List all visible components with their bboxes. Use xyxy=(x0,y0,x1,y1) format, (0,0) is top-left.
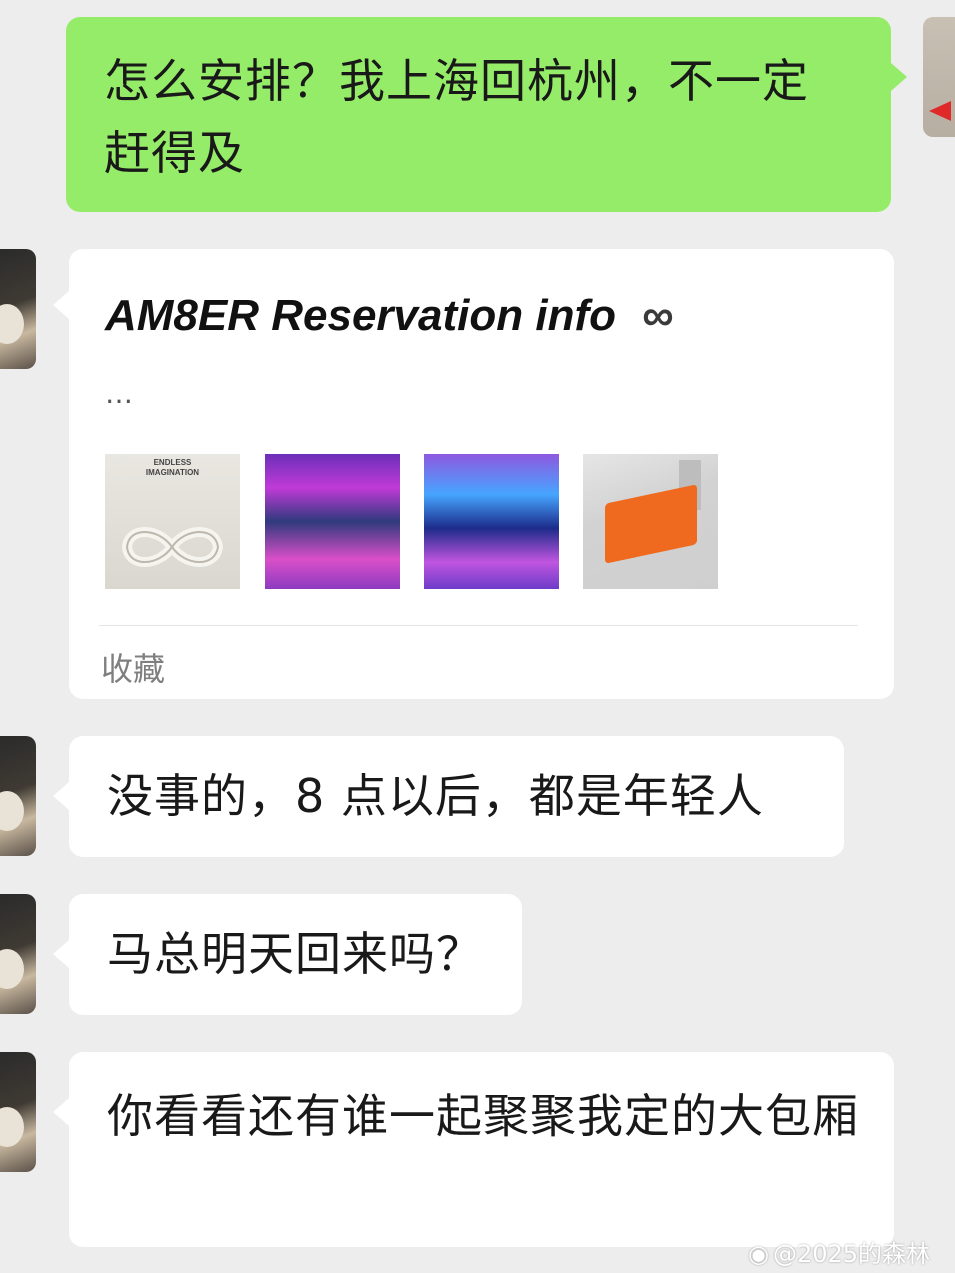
weibo-icon: ◉ xyxy=(748,1240,769,1268)
message-text: 没事的，8 点以后，都是年轻人 xyxy=(107,769,764,823)
received-message-bubble[interactable]: 你看看还有谁一起聚聚我定的大包厢 xyxy=(69,1052,894,1247)
contact-avatar[interactable] xyxy=(0,736,36,856)
received-message-bubble[interactable]: 马总明天回来吗？ xyxy=(69,894,522,1015)
orange-building-shape xyxy=(605,484,697,564)
card-source-label: 收藏 xyxy=(101,650,166,688)
thumbnail-text: ENDLESS IMAGINATION xyxy=(145,458,200,477)
thumbnail-lounge-purple[interactable] xyxy=(265,454,400,589)
watermark-text: @2025的森林 xyxy=(772,1240,931,1268)
contact-avatar[interactable] xyxy=(0,894,36,1014)
infinity-icon: ∞ xyxy=(642,291,674,340)
watermark: ◉ @2025的森林 xyxy=(748,1234,930,1269)
card-title-text: AM8ER Reservation info xyxy=(105,291,616,340)
avatar-mark-icon xyxy=(929,101,951,121)
infinity-sculpture-icon xyxy=(121,527,224,567)
bubble-tail xyxy=(891,63,907,91)
bubble-tail xyxy=(53,940,69,968)
message-text: 马总明天回来吗？ xyxy=(107,927,483,981)
thumbnail-endless-imagination[interactable]: ENDLESS IMAGINATION xyxy=(105,454,240,589)
favorite-card-message[interactable]: AM8ER Reservation info ∞ … ENDLESS IMAGI… xyxy=(69,249,894,699)
card-divider xyxy=(99,625,858,626)
bubble-tail xyxy=(53,782,69,810)
contact-avatar[interactable] xyxy=(0,1052,36,1172)
message-text: 怎么安排？我上海回杭州，不一定赶得及 xyxy=(104,54,809,180)
sent-message-bubble[interactable]: 怎么安排？我上海回杭州，不一定赶得及 xyxy=(66,17,891,212)
card-ellipsis: … xyxy=(105,377,137,410)
thumbnail-lounge-blue[interactable] xyxy=(424,454,559,589)
contact-avatar[interactable] xyxy=(0,249,36,369)
thumbnail-building-map[interactable] xyxy=(583,454,718,589)
my-avatar[interactable] xyxy=(923,17,955,137)
bubble-tail xyxy=(53,291,69,319)
received-message-bubble[interactable]: 没事的，8 点以后，都是年轻人 xyxy=(69,736,844,857)
message-text: 你看看还有谁一起聚聚我定的大包厢 xyxy=(107,1089,859,1143)
card-title: AM8ER Reservation info ∞ xyxy=(105,291,674,341)
bubble-tail xyxy=(53,1098,69,1126)
